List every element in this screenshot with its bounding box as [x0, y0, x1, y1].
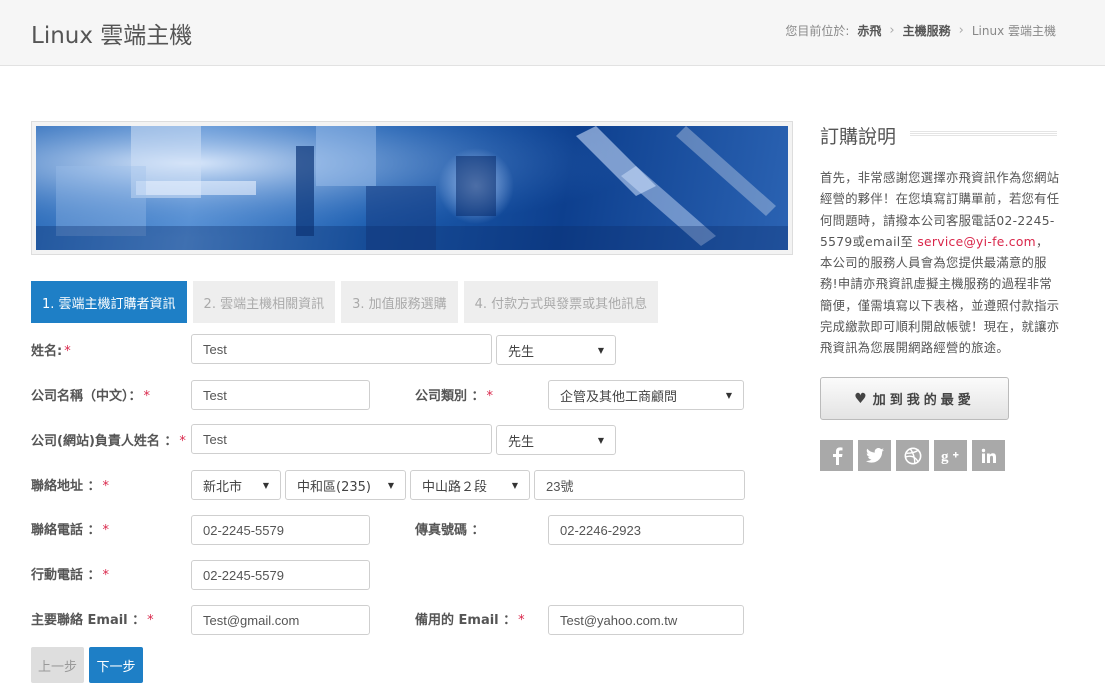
tab-step-2[interactable]: 2. 雲端主機相關資訊	[192, 281, 336, 323]
caret-down-icon: ▼	[511, 480, 518, 490]
address-label: 聯絡地址 ： *	[31, 475, 109, 494]
caret-down-icon: ▼	[597, 345, 604, 355]
mobile-input[interactable]: 02-2245-5579	[191, 560, 370, 590]
required-mark: *	[147, 613, 154, 628]
city-select-value: 新北市	[203, 479, 243, 495]
company-type-label-text: 公司類別 ：	[415, 389, 485, 404]
caret-down-icon: ▼	[387, 480, 394, 490]
required-mark: *	[102, 479, 110, 494]
backup-email-label-text: 備用的 Email ：	[415, 613, 517, 628]
dribbble-icon[interactable]	[896, 440, 929, 471]
road-select-value: 中山路２段	[422, 479, 488, 495]
caret-down-icon: ▼	[262, 480, 269, 490]
breadcrumb-prefix: 您目前位於:	[785, 24, 850, 38]
sidebar-title-divider	[910, 131, 1057, 136]
prev-step-button[interactable]: 上一步	[31, 647, 84, 683]
sidebar-text-after: ，本公司的服務人員會為您提供最滿意的服務!申請亦飛資訊虛擬主機服務的過程非常簡便…	[820, 234, 1060, 356]
road-select[interactable]: 中山路２段 ▼	[410, 470, 530, 500]
breadcrumb-current: Linux 雲端主機	[971, 24, 1056, 38]
tab-step-3[interactable]: 3. 加值服務選購	[341, 281, 458, 323]
breadcrumb-separator-icon: ›	[958, 23, 964, 38]
next-step-button[interactable]: 下一步	[89, 647, 143, 683]
required-mark: *	[179, 434, 186, 449]
district-select-value: 中和區(235)	[297, 479, 371, 495]
page-header: Linux 雲端主機 您目前位於: 赤飛 › 主機服務 › Linux 雲端主機	[0, 0, 1105, 66]
name-input[interactable]: Test	[191, 334, 492, 364]
svg-text:g: g	[941, 449, 949, 464]
banner-image	[36, 126, 788, 250]
google-plus-icon[interactable]: g	[934, 440, 967, 471]
step-tabs: 1. 雲端主機訂購者資訊 2. 雲端主機相關資訊 3. 加值服務選購 4. 付款…	[31, 281, 659, 323]
required-mark: *	[102, 523, 110, 538]
mobile-label: 行動電話 ： *	[31, 564, 109, 583]
linkedin-icon[interactable]	[972, 440, 1005, 471]
banner-graphic	[36, 126, 788, 250]
fax-input[interactable]: 02-2246-2923	[548, 515, 744, 545]
add-to-favorites-label: 加到我的最愛	[872, 393, 975, 408]
breadcrumb-home-link[interactable]: 赤飛	[857, 22, 881, 39]
owner-title-select[interactable]: 先生 ▼	[496, 425, 616, 455]
required-mark: *	[143, 389, 151, 404]
fax-label: 傳真號碼 ：	[415, 523, 485, 538]
email-input[interactable]: Test@gmail.com	[191, 605, 370, 635]
name-title-select[interactable]: 先生 ▼	[496, 335, 616, 365]
twitter-icon[interactable]	[858, 440, 891, 471]
required-mark: *	[102, 568, 110, 583]
company-type-select[interactable]: 企管及其他工商顧問 ▼	[548, 380, 744, 410]
name-label: 姓名: *	[31, 340, 71, 359]
caret-down-icon: ▼	[597, 435, 604, 445]
name-title-select-value: 先生	[508, 344, 535, 360]
company-label-text: 公司名稱（中文）：	[31, 389, 142, 404]
breadcrumb: 您目前位於: 赤飛 › 主機服務 › Linux 雲端主機	[785, 22, 1056, 39]
owner-title-select-value: 先生	[508, 434, 535, 450]
mobile-label-text: 行動電話 ：	[31, 568, 101, 583]
phone-label: 聯絡電話 ： *	[31, 519, 109, 538]
phone-input[interactable]: 02-2245-5579	[191, 515, 370, 545]
tab-step-1[interactable]: 1. 雲端主機訂購者資訊	[31, 281, 187, 323]
banner-frame	[31, 121, 793, 255]
owner-input[interactable]: Test	[191, 424, 492, 454]
phone-label-text: 聯絡電話 ：	[31, 523, 101, 538]
address-label-text: 聯絡地址 ：	[31, 479, 101, 494]
company-input[interactable]: Test	[191, 380, 370, 410]
address-number-input[interactable]: 23號	[534, 470, 745, 500]
company-label: 公司名稱（中文）： *	[31, 385, 150, 404]
email-label-text: 主要聯絡 Email ：	[31, 613, 146, 628]
facebook-icon[interactable]	[820, 440, 853, 471]
owner-label: 公司(網站)負責人姓名 ： *	[31, 430, 186, 449]
heart-icon: ♥	[854, 390, 867, 407]
tab-step-4[interactable]: 4. 付款方式與發票或其他訊息	[463, 281, 659, 323]
breadcrumb-separator-icon: ›	[889, 23, 895, 38]
email-label: 主要聯絡 Email ： *	[31, 609, 154, 628]
company-type-label: 公司類別 ： *	[415, 385, 493, 404]
required-mark: *	[64, 344, 71, 359]
page-title: Linux 雲端主機	[31, 23, 193, 49]
sidebar-description: 首先，非常感謝您選擇亦飛資訊作為您網站經營的夥伴！在您填寫訂購單前，若您有任何問…	[820, 168, 1060, 360]
caret-down-icon: ▼	[725, 390, 732, 400]
required-mark: *	[518, 613, 525, 628]
backup-email-label: 備用的 Email ： *	[415, 609, 525, 628]
add-to-favorites-button[interactable]: ♥ 加到我的最愛	[820, 377, 1009, 420]
breadcrumb-services-link[interactable]: 主機服務	[903, 22, 951, 39]
district-select[interactable]: 中和區(235) ▼	[285, 470, 406, 500]
city-select[interactable]: 新北市 ▼	[191, 470, 281, 500]
required-mark: *	[486, 389, 494, 404]
company-type-select-value: 企管及其他工商顧問	[560, 389, 678, 405]
sidebar-title: 訂購說明	[820, 126, 897, 148]
owner-label-text: 公司(網站)負責人姓名 ：	[31, 434, 178, 449]
service-email-link[interactable]: service@yi-fe.com	[917, 235, 1036, 249]
name-label-text: 姓名:	[31, 344, 63, 359]
backup-email-input[interactable]: Test@yahoo.com.tw	[548, 605, 744, 635]
